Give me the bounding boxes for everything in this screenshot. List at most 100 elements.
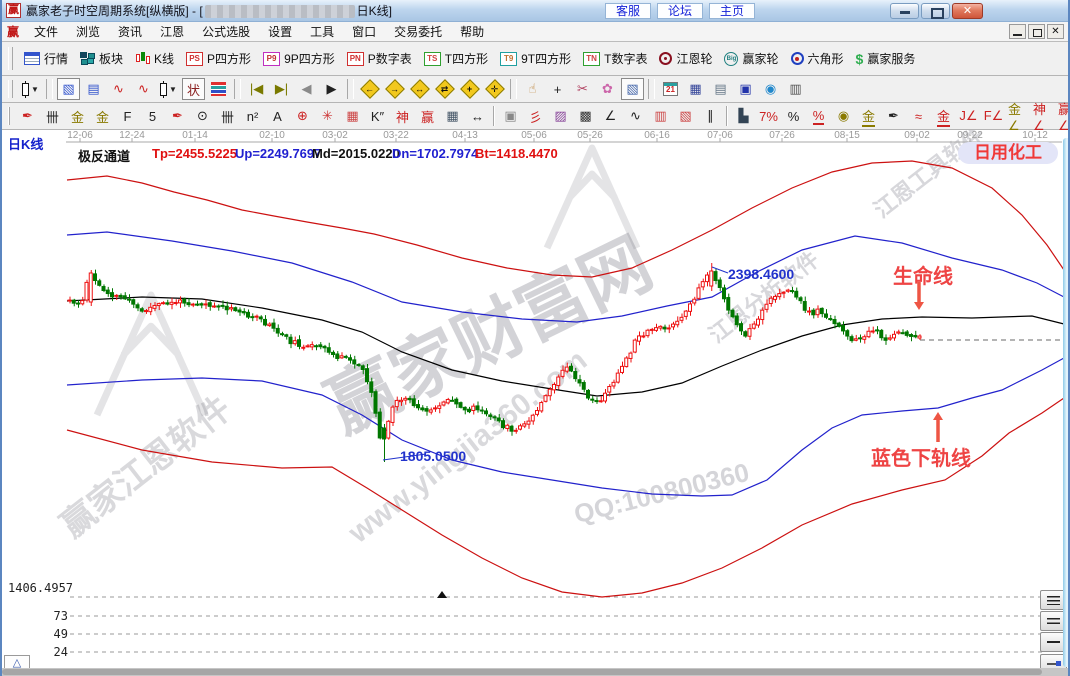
- span-tool-button[interactable]: ↔: [466, 105, 489, 127]
- web-data-button[interactable]: ◉: [759, 78, 782, 100]
- ninet-square-button[interactable]: T99T四方形: [494, 46, 577, 72]
- purple-grid-tool-button[interactable]: ▨: [549, 105, 572, 127]
- minimize-button[interactable]: [890, 3, 919, 19]
- menu-item-1[interactable]: 浏览: [67, 21, 109, 42]
- wave-band-button[interactable]: ≈: [907, 105, 930, 127]
- maximize-button[interactable]: [921, 3, 950, 19]
- expand-horizontal-button[interactable]: ↔: [408, 78, 431, 100]
- match-pattern-button[interactable]: ▧: [621, 78, 644, 100]
- knife-tool-button[interactable]: ✒: [16, 105, 39, 127]
- calculator-button[interactable]: ▦: [684, 78, 707, 100]
- period-type-button[interactable]: ▼: [19, 78, 42, 100]
- menu-item-7[interactable]: 窗口: [343, 21, 385, 42]
- histogram-button[interactable]: [207, 78, 230, 100]
- chart-canvas[interactable]: [2, 130, 1068, 668]
- info-list-button[interactable]: ▤: [82, 78, 105, 100]
- dark-grid-tool-button[interactable]: ▩: [574, 105, 597, 127]
- ray-fan-tool-button[interactable]: 彡: [524, 105, 547, 127]
- drag-hand-button[interactable]: ☝: [521, 78, 544, 100]
- zoom-in-button[interactable]: +: [458, 78, 481, 100]
- angle-tool-button[interactable]: ∠: [599, 105, 622, 127]
- close-button[interactable]: [952, 3, 983, 19]
- save-button[interactable]: ▣: [734, 78, 757, 100]
- first-bar-button[interactable]: |◀: [245, 78, 268, 100]
- horizontal-scrollbar-thumb[interactable]: [2, 669, 1042, 675]
- percent7-button[interactable]: 7%: [757, 105, 780, 127]
- forum-link[interactable]: 论坛: [657, 3, 703, 19]
- five-line-tool-button[interactable]: 5: [141, 105, 164, 127]
- ruler-tool-button[interactable]: 卌: [216, 105, 239, 127]
- n-square-tool-button[interactable]: n²: [241, 105, 264, 127]
- menu-item-9[interactable]: 帮助: [451, 21, 493, 42]
- time-cycle-tool-button[interactable]: ⊙: [191, 105, 214, 127]
- parallel-tool-button[interactable]: ∥: [699, 105, 722, 127]
- ying-tool-button[interactable]: 赢: [416, 105, 439, 127]
- hexagon-button[interactable]: 六角形: [785, 46, 850, 72]
- flower-button[interactable]: ✿: [596, 78, 619, 100]
- quotes-button[interactable]: 行情: [18, 46, 74, 72]
- gold-split-tool-button[interactable]: 金: [66, 105, 89, 127]
- print-button[interactable]: ▥: [784, 78, 807, 100]
- gann-wheel-button[interactable]: 江恩轮: [653, 46, 718, 72]
- winner-wheel-button[interactable]: Big赢家轮: [718, 46, 784, 72]
- star-tool-button[interactable]: ✳: [316, 105, 339, 127]
- support-link[interactable]: 客服: [605, 3, 651, 19]
- ying-angle-button[interactable]: 赢∠: [1057, 105, 1070, 127]
- pattern-button[interactable]: 状: [182, 78, 205, 100]
- ninep-square-button[interactable]: P99P四方形: [257, 46, 341, 72]
- percent-button[interactable]: %: [782, 105, 805, 127]
- volume-profile-button[interactable]: ▙: [732, 105, 755, 127]
- scroll-left-button[interactable]: ←: [358, 78, 381, 100]
- fib-tool-button[interactable]: F: [116, 105, 139, 127]
- scroll-right-button[interactable]: →: [383, 78, 406, 100]
- expand-panel-button[interactable]: △: [4, 655, 30, 668]
- menu-item-6[interactable]: 工具: [301, 21, 343, 42]
- j-angle-button[interactable]: J∠: [957, 105, 980, 127]
- erase-button[interactable]: ✂: [571, 78, 594, 100]
- p-number-table-button[interactable]: PNP数字表: [341, 46, 418, 72]
- number-grid-tool-button[interactable]: ▦: [441, 105, 464, 127]
- horizontal-scrollbar[interactable]: [2, 668, 1068, 676]
- winner-service-button[interactable]: $赢家服务: [850, 46, 922, 72]
- k-lines-tool-button[interactable]: K″: [366, 105, 389, 127]
- shen-angle-button[interactable]: 神∠: [1032, 105, 1055, 127]
- prev-bar-button[interactable]: ◀: [295, 78, 318, 100]
- crosshair-button[interactable]: +: [546, 78, 569, 100]
- memo-button[interactable]: ▤: [709, 78, 732, 100]
- target-tool-button[interactable]: ⊕: [291, 105, 314, 127]
- zigzag-tool-button[interactable]: ∿: [624, 105, 647, 127]
- menu-item-2[interactable]: 资讯: [109, 21, 151, 42]
- red-grid2-tool-button[interactable]: ▥: [649, 105, 672, 127]
- menu-item-4[interactable]: 公式选股: [193, 21, 259, 42]
- zoom-out-button[interactable]: ✛: [483, 78, 506, 100]
- t-square-button[interactable]: TST四方形: [418, 46, 494, 72]
- menu-item-8[interactable]: 交易委托: [385, 21, 451, 42]
- red-grid-tool-button[interactable]: ▦: [341, 105, 364, 127]
- home-link[interactable]: 主页: [709, 3, 755, 19]
- gold-red-button[interactable]: 金: [932, 105, 955, 127]
- vertical-scrollbar[interactable]: [1063, 138, 1068, 667]
- sectors-button[interactable]: 板块: [74, 46, 129, 72]
- f-angle-button[interactable]: F∠: [982, 105, 1005, 127]
- mdi-close-button[interactable]: [1047, 24, 1064, 39]
- mdi-restore-button[interactable]: [1028, 24, 1045, 39]
- next-bar-button[interactable]: ▶: [320, 78, 343, 100]
- shen-tool-button[interactable]: 神: [391, 105, 414, 127]
- menu-item-0[interactable]: 文件: [25, 21, 67, 42]
- gann-line-tool-button[interactable]: 卌: [41, 105, 64, 127]
- compress-horizontal-button[interactable]: ⇄: [433, 78, 456, 100]
- p-square-button[interactable]: PSP四方形: [180, 46, 257, 72]
- pen-tool-button[interactable]: ✒: [166, 105, 189, 127]
- mdi-minimize-button[interactable]: [1009, 24, 1026, 39]
- flag-pen-button[interactable]: ✒: [882, 105, 905, 127]
- last-bar-button[interactable]: ▶|: [270, 78, 293, 100]
- zoom-window-button[interactable]: ▧: [57, 78, 80, 100]
- wave-9-button[interactable]: ∿: [132, 78, 155, 100]
- calendar-button[interactable]: 21: [659, 78, 682, 100]
- frame-tool-button[interactable]: ▣: [499, 105, 522, 127]
- mirror-tool-button[interactable]: A: [266, 105, 289, 127]
- gold-circle-button[interactable]: ◉: [832, 105, 855, 127]
- gold-lines-button[interactable]: 金: [857, 105, 880, 127]
- gold-split2-tool-button[interactable]: 金: [91, 105, 114, 127]
- t-number-table-button[interactable]: TNT数字表: [577, 46, 653, 72]
